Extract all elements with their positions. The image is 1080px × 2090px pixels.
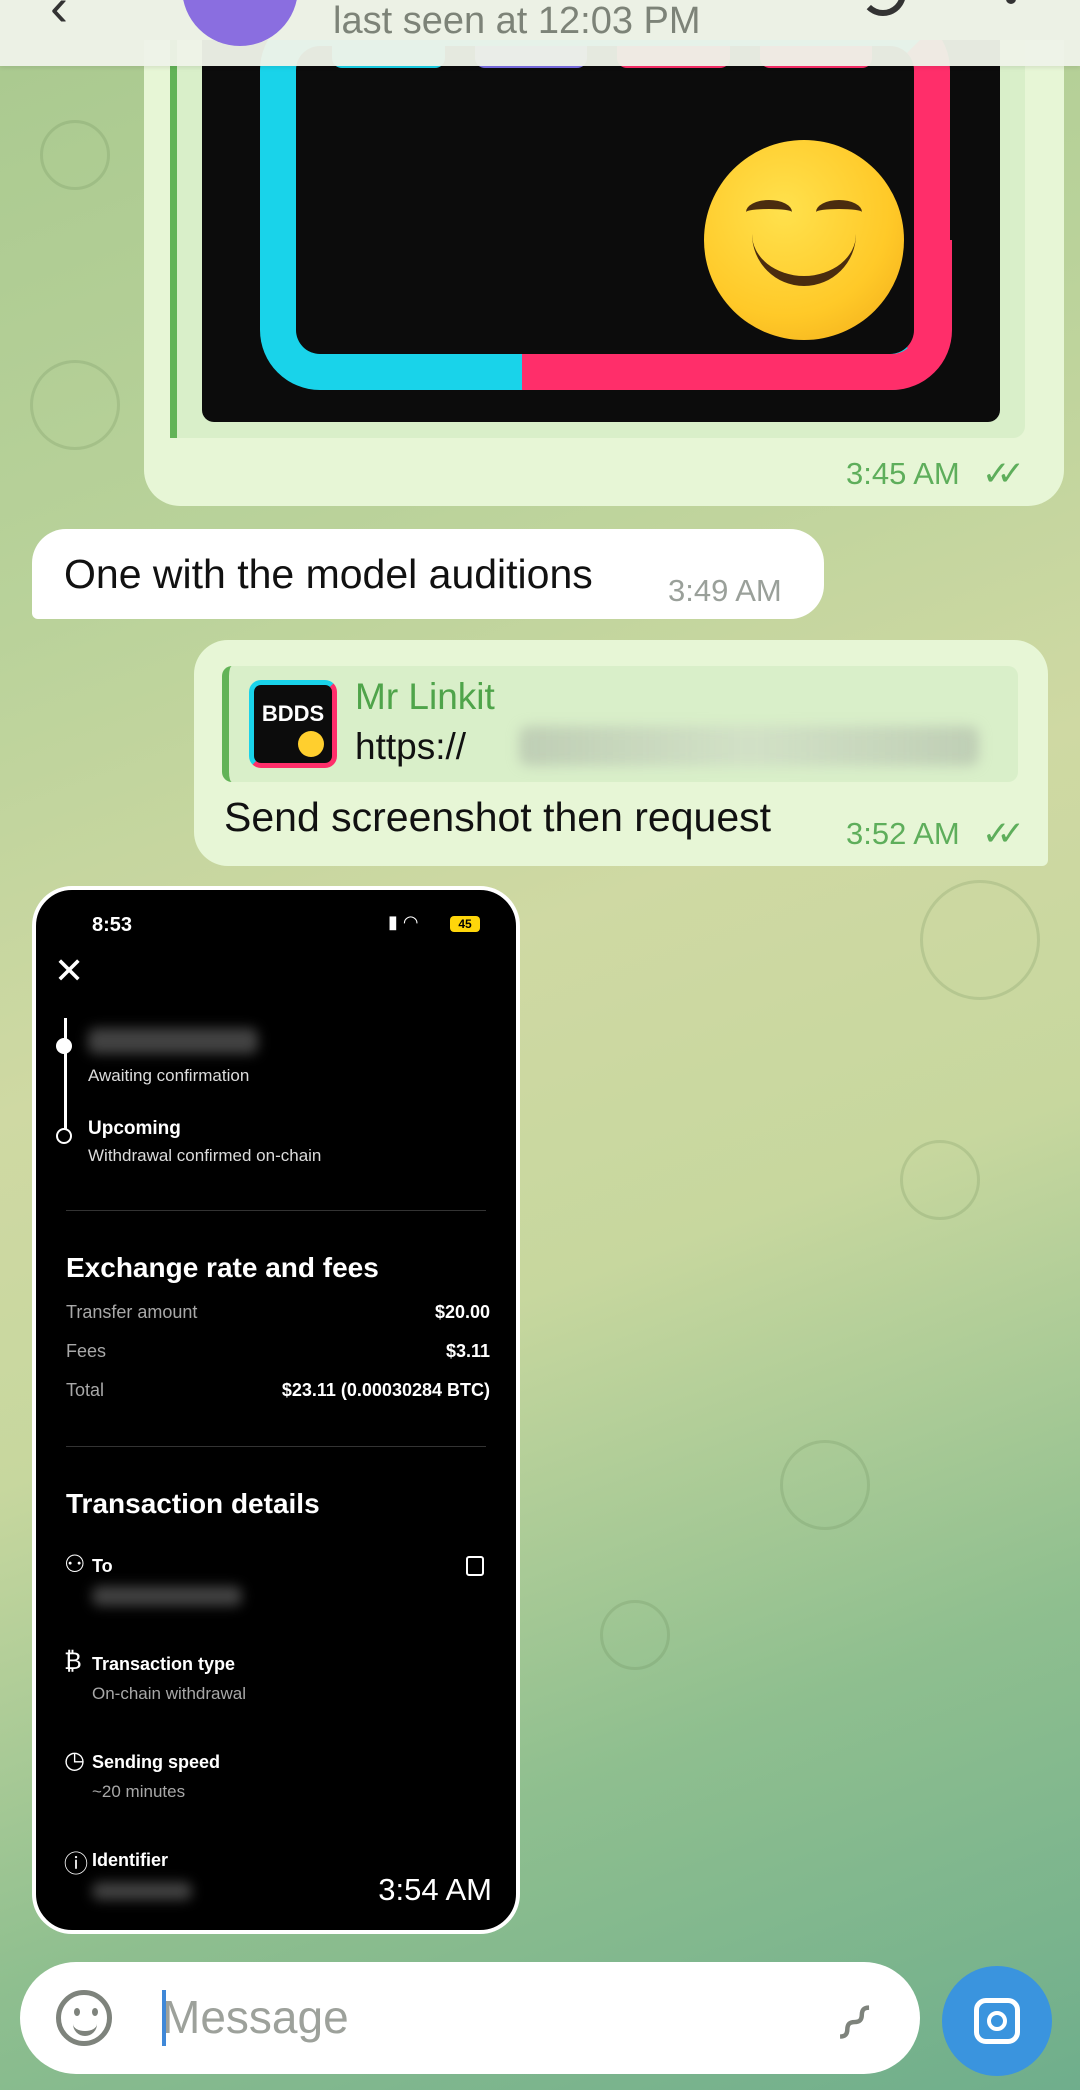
attach-icon[interactable]: ⌇ xyxy=(822,1992,885,2055)
smiley-emoji-icon xyxy=(298,731,324,757)
message-time: 3:52 AM xyxy=(846,816,960,851)
background-doodle xyxy=(30,360,120,450)
smiley-emoji-icon xyxy=(704,140,904,340)
timeline-line xyxy=(64,1018,67,1138)
timeline-ring xyxy=(56,1128,72,1144)
camera-icon xyxy=(974,1998,1020,2044)
fees-title: Exchange rate and fees xyxy=(66,1252,379,1283)
row-label: Total xyxy=(66,1380,105,1400)
speed-label: Sending speed xyxy=(92,1752,221,1772)
emoji-icon[interactable] xyxy=(56,1990,112,2046)
to-label: To xyxy=(92,1556,113,1576)
read-checkmarks-icon: ✓✓ xyxy=(982,815,1025,853)
outgoing-link-preview-bubble[interactable]: 3:45 AM ✓✓ xyxy=(144,40,1064,506)
speed-value: ~20 minutes xyxy=(92,1782,186,1801)
signal-wifi-icon: ▮ ◠ xyxy=(388,912,419,932)
more-options-icon[interactable] xyxy=(1006,0,1016,4)
divider xyxy=(66,1446,486,1447)
quoted-sender-name: Mr Linkit xyxy=(355,676,495,717)
background-doodle xyxy=(900,1140,980,1220)
incoming-image-message[interactable]: 8:53 ▮ ◠ 45 ✕ Awaiting confirmation Upco… xyxy=(32,886,520,1934)
text-caret xyxy=(162,1990,166,2046)
read-checkmarks-icon: ✓✓ xyxy=(982,455,1025,493)
blurred-identifier xyxy=(92,1882,192,1900)
bitcoin-icon: ₿ xyxy=(64,1648,82,1675)
back-arrow-icon[interactable]: ‹ xyxy=(50,0,68,38)
outgoing-reply-bubble[interactable]: BDDS Mr Linkit https:// Send screenshot … xyxy=(194,640,1048,866)
type-value: On-chain withdrawal xyxy=(92,1684,247,1703)
last-seen-status: last seen at 12:03 PM xyxy=(333,0,701,42)
copy-icon xyxy=(466,1556,484,1576)
background-doodle xyxy=(780,1440,870,1530)
battery-icon: 45 xyxy=(450,916,480,932)
message-time: 3:54 AM xyxy=(378,1872,492,1907)
type-label: Transaction type xyxy=(92,1654,236,1674)
blurred-link xyxy=(519,726,979,766)
timeline-dot xyxy=(56,1038,72,1054)
quote-thumbnail: BDDS xyxy=(249,680,337,768)
message-input[interactable] xyxy=(162,1982,812,2052)
row-value: $20.00 xyxy=(434,1302,490,1322)
message-time: 3:49 AM xyxy=(668,573,782,608)
blurred-amount xyxy=(88,1028,258,1054)
call-icon[interactable] xyxy=(860,0,906,16)
background-doodle xyxy=(600,1600,670,1670)
details-title: Transaction details xyxy=(66,1488,320,1519)
message-text: Send screenshot then request xyxy=(224,794,772,840)
chat-header: ‹ last seen at 12:03 PM xyxy=(0,0,1080,66)
row-value: $23.11 (0.00030284 BTC) xyxy=(281,1380,490,1400)
upcoming-label: Upcoming xyxy=(88,1118,181,1139)
camera-button[interactable] xyxy=(942,1966,1052,2076)
screenshot-status-time: 8:53 xyxy=(92,914,133,936)
quoted-link: https:// xyxy=(355,726,467,767)
row-value: $3.11 xyxy=(445,1341,490,1361)
contact-avatar[interactable] xyxy=(182,0,298,46)
identifier-label: Identifier xyxy=(92,1850,169,1870)
divider xyxy=(66,1210,486,1211)
close-icon: ✕ xyxy=(54,950,85,991)
quoted-message[interactable]: BDDS Mr Linkit https:// xyxy=(222,666,1018,782)
preview-accent-bar xyxy=(170,40,177,438)
info-icon: ⓘ xyxy=(64,1851,88,1878)
person-icon: ⚇ xyxy=(64,1551,86,1578)
upcoming-sub: Withdrawal confirmed on-chain xyxy=(88,1146,322,1165)
preview-image[interactable] xyxy=(202,40,1000,422)
background-doodle xyxy=(920,880,1040,1000)
row-label: Fees xyxy=(66,1341,107,1361)
background-doodle xyxy=(40,120,110,190)
incoming-message-bubble[interactable]: One with the model auditions 3:49 AM xyxy=(32,529,824,619)
message-time: 3:45 AM xyxy=(846,456,960,491)
row-label: Transfer amount xyxy=(66,1302,198,1322)
blurred-recipient xyxy=(92,1586,242,1606)
message-text: One with the model auditions xyxy=(64,551,593,597)
message-input-bar: ⌇ xyxy=(20,1962,920,2074)
awaiting-text: Awaiting confirmation xyxy=(88,1066,250,1085)
timer-icon: ◷ xyxy=(64,1747,85,1774)
thumbnail-text: BDDS xyxy=(261,701,325,726)
